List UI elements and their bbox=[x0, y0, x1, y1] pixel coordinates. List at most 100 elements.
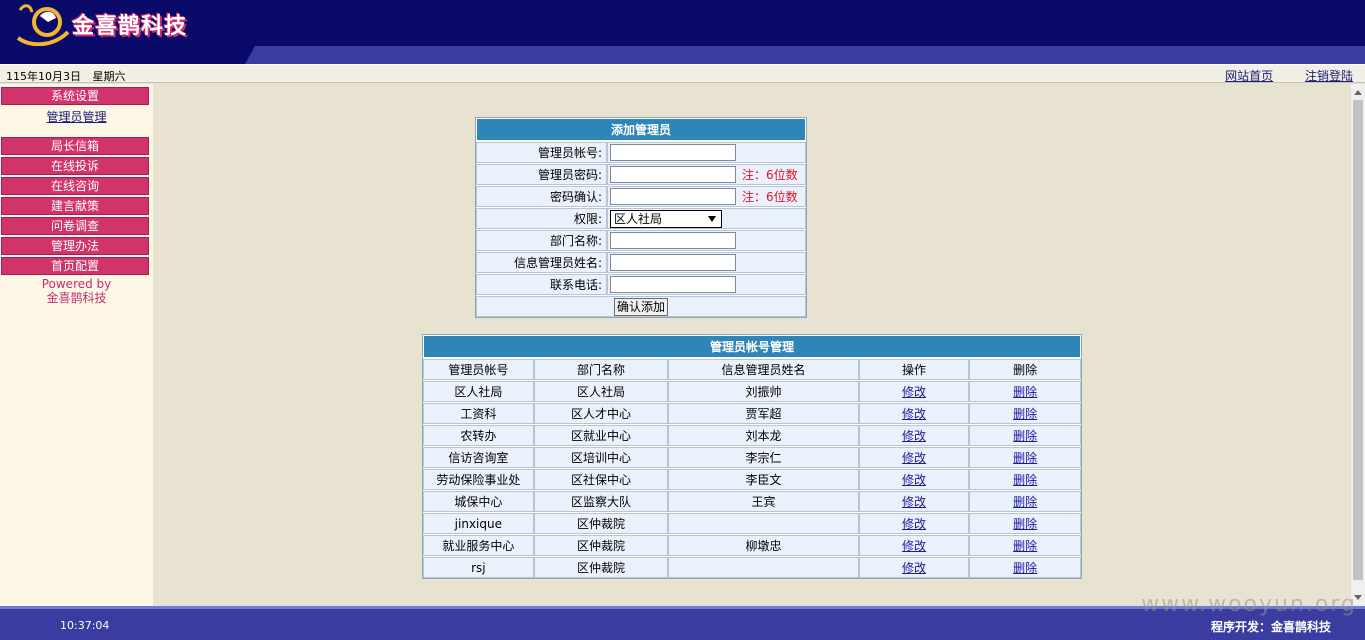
site-home-link[interactable]: 网站首页 bbox=[1225, 69, 1273, 83]
sidebar-item-survey[interactable]: 问卷调查 bbox=[1, 217, 149, 235]
account-input[interactable] bbox=[610, 144, 736, 161]
cell-dept: 区人社局 bbox=[533, 381, 669, 402]
edit-link[interactable]: 修改 bbox=[902, 451, 926, 465]
edit-link[interactable]: 修改 bbox=[902, 473, 926, 487]
cell-dept: 区监察大队 bbox=[533, 491, 669, 512]
cell-dept: 区仲裁院 bbox=[533, 557, 669, 578]
delete-link[interactable]: 删除 bbox=[1013, 495, 1037, 509]
logo: 金喜鹊科技 bbox=[14, 2, 187, 46]
delete-link[interactable]: 删除 bbox=[1013, 429, 1037, 443]
delete-link[interactable]: 删除 bbox=[1013, 561, 1037, 575]
top-links: 网站首页 注销登陆 bbox=[1197, 67, 1353, 84]
logout-link[interactable]: 注销登陆 bbox=[1305, 69, 1353, 83]
table-row: 劳动保险事业处 区社保中心 李臣文 修改 删除 bbox=[423, 468, 1082, 490]
form-row-password: 管理员密码: 注：6位数 bbox=[476, 163, 806, 185]
edit-link[interactable]: 修改 bbox=[902, 539, 926, 553]
cell-account: 农转办 bbox=[423, 425, 534, 446]
cell-dept: 区社保中心 bbox=[533, 469, 669, 490]
sidebar-item-system-settings[interactable]: 系统设置 bbox=[1, 87, 149, 105]
table-row: rsj 区仲裁院 修改 删除 bbox=[423, 556, 1082, 578]
form-row-role: 权限: 区人社局 bbox=[476, 207, 806, 229]
cell-dept: 区仲裁院 bbox=[533, 513, 669, 534]
powered-by-label: Powered by bbox=[41, 277, 112, 291]
cell-dept: 区培训中心 bbox=[533, 447, 669, 468]
magpie-logo-icon bbox=[16, 4, 70, 46]
dept-input[interactable] bbox=[610, 232, 736, 249]
cell-info-admin bbox=[668, 557, 859, 578]
cell-info-admin: 刘本龙 bbox=[668, 425, 859, 446]
cell-dept: 区仲裁院 bbox=[533, 535, 669, 556]
sidebar-subitem-admin-management: 管理员管理 bbox=[0, 107, 153, 131]
edit-link[interactable]: 修改 bbox=[902, 517, 926, 531]
role-select[interactable]: 区人社局 bbox=[610, 209, 722, 228]
sidebar-item-online-complaint[interactable]: 在线投诉 bbox=[1, 157, 149, 175]
cell-account: 工资科 bbox=[423, 403, 534, 424]
delete-link[interactable]: 删除 bbox=[1013, 539, 1037, 553]
confirm-add-button[interactable]: 确认添加 bbox=[613, 297, 668, 316]
chevron-down-icon bbox=[708, 215, 716, 222]
current-date: 115年10月3日 星期六 bbox=[6, 68, 134, 84]
sidebar-item-director-mailbox[interactable]: 局长信箱 bbox=[1, 137, 149, 155]
cell-action: 修改 bbox=[858, 557, 970, 578]
form-row-phone: 联系电话: bbox=[476, 273, 806, 295]
sidebar-item-suggestions[interactable]: 建言献策 bbox=[1, 197, 149, 215]
delete-link[interactable]: 删除 bbox=[1013, 473, 1037, 487]
cell-account: 信访咨询室 bbox=[423, 447, 534, 468]
cell-delete: 删除 bbox=[969, 403, 1082, 424]
cell-action: 修改 bbox=[858, 447, 970, 468]
table-row: jinxique 区仲裁院 修改 删除 bbox=[423, 512, 1082, 534]
cell-account: 劳动保险事业处 bbox=[423, 469, 534, 490]
edit-link[interactable]: 修改 bbox=[902, 407, 926, 421]
dept-label: 部门名称: bbox=[476, 230, 607, 251]
scroll-up-icon[interactable] bbox=[1354, 90, 1362, 95]
date-text: 115年10月3日 bbox=[6, 70, 81, 83]
password-label: 管理员密码: bbox=[476, 164, 607, 185]
table-body: 区人社局 区人社局 刘振帅 修改 删除 工资科 区人才中心 贾军超 修改 删除 农转办 区就业中心 刘本… bbox=[423, 380, 1082, 578]
password-note: 注：6位数 bbox=[742, 168, 798, 182]
header-stripe bbox=[245, 46, 1365, 64]
cell-info-admin: 李宗仁 bbox=[668, 447, 859, 468]
delete-link[interactable]: 删除 bbox=[1013, 451, 1037, 465]
cell-delete: 删除 bbox=[969, 535, 1082, 556]
scroll-thumb[interactable] bbox=[1353, 100, 1363, 580]
brand-name: 金喜鹊科技 bbox=[72, 14, 188, 39]
info-bar: 115年10月3日 星期六 网站首页 注销登陆 bbox=[0, 64, 1365, 83]
watermark: www.wooyun.org bbox=[1141, 592, 1357, 617]
cell-info-admin: 王宾 bbox=[668, 491, 859, 512]
header-action: 操作 bbox=[858, 359, 970, 380]
delete-link[interactable]: 删除 bbox=[1013, 385, 1037, 399]
cell-delete: 删除 bbox=[969, 381, 1082, 402]
delete-link[interactable]: 删除 bbox=[1013, 517, 1037, 531]
sidebar-item-regulations[interactable]: 管理办法 bbox=[1, 237, 149, 255]
info-admin-input[interactable] bbox=[610, 254, 736, 271]
cell-action: 修改 bbox=[858, 403, 970, 424]
vertical-scrollbar[interactable] bbox=[1350, 84, 1365, 606]
edit-link[interactable]: 修改 bbox=[902, 495, 926, 509]
admin-management-link[interactable]: 管理员管理 bbox=[46, 110, 106, 124]
cell-delete: 删除 bbox=[969, 513, 1082, 534]
password-input[interactable] bbox=[610, 166, 736, 183]
confirm-note: 注：6位数 bbox=[742, 190, 798, 204]
sidebar-item-online-consult[interactable]: 在线咨询 bbox=[1, 177, 149, 195]
header-account: 管理员帐号 bbox=[423, 359, 534, 380]
edit-link[interactable]: 修改 bbox=[902, 385, 926, 399]
sidebar-item-homepage-config[interactable]: 首页配置 bbox=[1, 257, 149, 275]
cell-account: jinxique bbox=[423, 513, 534, 534]
delete-link[interactable]: 删除 bbox=[1013, 407, 1037, 421]
edit-link[interactable]: 修改 bbox=[902, 429, 926, 443]
header-dept: 部门名称 bbox=[533, 359, 669, 380]
edit-link[interactable]: 修改 bbox=[902, 561, 926, 575]
confirm-label: 密码确认: bbox=[476, 186, 607, 207]
phone-input[interactable] bbox=[610, 276, 736, 293]
cell-dept: 区就业中心 bbox=[533, 425, 669, 446]
cell-delete: 删除 bbox=[969, 425, 1082, 446]
account-table-title: 管理员帐号管理 bbox=[423, 335, 1081, 358]
cell-account: 就业服务中心 bbox=[423, 535, 534, 556]
phone-label: 联系电话: bbox=[476, 274, 607, 295]
table-row: 就业服务中心 区仲裁院 柳墩忠 修改 删除 bbox=[423, 534, 1082, 556]
cell-delete: 删除 bbox=[969, 557, 1082, 578]
powered-by-name: 金喜鹊科技 bbox=[46, 291, 107, 305]
confirm-password-input[interactable] bbox=[610, 188, 736, 205]
cell-info-admin: 贾军超 bbox=[668, 403, 859, 424]
cell-account: rsj bbox=[423, 557, 534, 578]
